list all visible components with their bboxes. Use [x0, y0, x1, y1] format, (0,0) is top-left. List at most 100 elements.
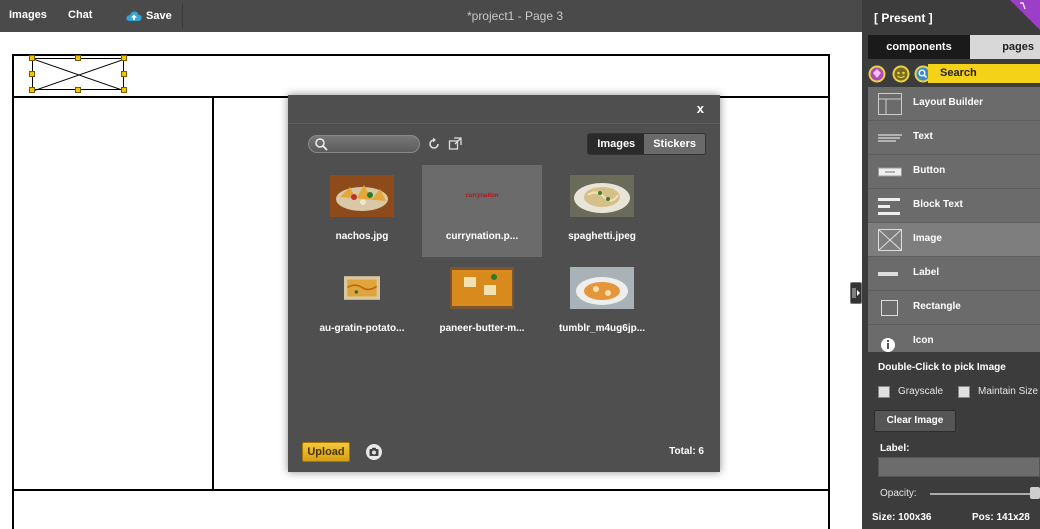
component-text[interactable]: Text — [868, 121, 1040, 155]
component-search-input[interactable]: Search — [928, 64, 1040, 83]
image-thumb-nachos[interactable]: nachos.jpg — [302, 165, 422, 257]
component-image[interactable]: Image — [868, 223, 1040, 257]
component-label: Image — [913, 233, 942, 244]
present-button[interactable]: [ Present ] — [874, 11, 933, 25]
resize-handle-se[interactable] — [121, 87, 127, 93]
button-icon — [878, 167, 902, 177]
component-rectangle[interactable]: Rectangle — [868, 291, 1040, 325]
nachos-thumbnail — [330, 175, 394, 217]
chevron-right-icon — [852, 288, 860, 298]
image-thumb-spaghetti[interactable]: spaghetti.jpeg — [542, 165, 662, 257]
component-label: Icon — [913, 335, 934, 346]
layout-icon — [878, 93, 902, 115]
image-thumb-name: currynation.p... — [445, 231, 519, 242]
face-icon[interactable] — [892, 65, 910, 83]
opacity-slider[interactable] — [930, 493, 1034, 495]
cloud-upload-icon — [126, 11, 142, 21]
currynation-logo: currynation — [465, 193, 499, 199]
image-thumb-name: au-gratin-potato... — [319, 323, 405, 334]
resize-handle-sw[interactable] — [29, 87, 35, 93]
status-position: Pos: 141x28 — [972, 512, 1030, 523]
label-icon — [878, 272, 898, 276]
save-button[interactable]: Save — [126, 0, 172, 32]
grayscale-label: Grayscale — [898, 386, 944, 397]
resize-handle-e[interactable] — [121, 71, 127, 77]
images-menu[interactable]: Images — [9, 0, 47, 32]
status-size: Size: 100x36 — [872, 512, 932, 523]
panel-tabs: components pages — [868, 35, 1040, 59]
ribbon-badge-icon — [1010, 0, 1040, 30]
footer-divider — [12, 489, 830, 491]
image-picker-dialog: x Images Stickers nachos.jpg currynation… — [288, 95, 720, 472]
upload-button[interactable]: Upload — [302, 442, 350, 462]
chat-menu[interactable]: Chat — [68, 0, 92, 32]
info-icon — [881, 338, 895, 352]
image-thumb-name: spaghetti.jpeg — [568, 231, 636, 242]
image-total-count: Total: 6 — [669, 446, 704, 457]
component-button[interactable]: Button — [868, 155, 1040, 189]
component-label: Layout Builder — [913, 97, 984, 108]
component-block-text[interactable]: Block Text — [868, 189, 1040, 223]
maintain-size-checkbox[interactable] — [958, 386, 970, 398]
image-thumb-currynation[interactable]: currynation currynation.p... — [422, 165, 542, 257]
text-icon — [878, 134, 902, 142]
block-text-icon — [878, 198, 900, 215]
image-thumb-name: tumblr_m4ug6jp... — [558, 323, 646, 334]
camera-button[interactable] — [366, 444, 382, 460]
properties-panel: [ Present ] components pages Search Layo… — [862, 0, 1040, 529]
component-label-item[interactable]: Label — [868, 257, 1040, 291]
refresh-icon[interactable] — [427, 137, 441, 151]
component-layout-builder[interactable]: Layout Builder — [868, 87, 1040, 121]
component-label: Rectangle — [913, 301, 961, 312]
resize-handle-s[interactable] — [75, 87, 81, 93]
page-title: *project1 - Page 3 — [466, 9, 564, 23]
resize-handle-n[interactable] — [75, 55, 81, 61]
corner-ribbon[interactable] — [1004, 0, 1040, 36]
label-field-title: Label: — [880, 443, 910, 454]
tab-stickers[interactable]: Stickers — [644, 134, 705, 154]
image-thumb-tumblr[interactable]: tumblr_m4ug6jp... — [542, 257, 662, 349]
component-label: Block Text — [913, 199, 963, 210]
image-source-tabs: Images Stickers — [587, 133, 706, 155]
image-icon — [878, 229, 902, 251]
image-thumb-paneer-butter[interactable]: paneer-butter-m... — [422, 257, 542, 349]
tab-pages[interactable]: pages — [970, 35, 1040, 59]
opacity-label: Opacity: — [880, 488, 917, 499]
open-external-icon[interactable] — [448, 137, 462, 151]
canvas-border-left — [12, 54, 14, 529]
tab-components[interactable]: components — [868, 35, 970, 59]
panel-collapse-handle[interactable] — [850, 282, 862, 304]
dialog-divider — [288, 123, 720, 124]
resize-handle-ne[interactable] — [121, 55, 127, 61]
image-thumb-au-gratin[interactable]: au-gratin-potato... — [302, 257, 422, 349]
save-label: Save — [146, 10, 172, 22]
opacity-slider-thumb[interactable] — [1030, 487, 1040, 499]
canvas-border-top — [12, 54, 830, 56]
image-thumb-name: paneer-butter-m... — [439, 323, 525, 334]
canvas-border-right — [828, 54, 830, 529]
paneer-butter-thumbnail — [450, 267, 514, 309]
properties-hint: Double-Click to pick Image — [878, 362, 1006, 373]
grayscale-checkbox[interactable] — [878, 386, 890, 398]
component-label: Label — [913, 267, 940, 278]
component-list: Layout Builder Text Button Block Text Im… — [868, 87, 1040, 352]
tab-images[interactable]: Images — [588, 134, 645, 154]
dialog-close-button[interactable]: x — [697, 101, 704, 116]
camera-icon — [369, 447, 379, 456]
spaghetti-thumbnail — [570, 175, 634, 217]
tumblr-thumbnail — [570, 267, 634, 309]
image-thumb-name: nachos.jpg — [335, 231, 389, 242]
image-search-input[interactable] — [308, 135, 420, 153]
au-gratin-thumbnail — [344, 276, 380, 300]
maintain-size-label: Maintain Size — [978, 386, 1039, 397]
image-placeholder[interactable] — [32, 58, 126, 92]
gem-icon[interactable] — [868, 65, 886, 83]
clear-image-button[interactable]: Clear Image — [874, 410, 956, 432]
label-input[interactable] — [878, 457, 1040, 477]
search-icon — [315, 138, 328, 151]
resize-handle-w[interactable] — [29, 71, 35, 77]
component-icon[interactable]: Icon — [868, 325, 1040, 352]
component-label: Text — [913, 131, 933, 142]
column-divider — [212, 96, 214, 491]
resize-handle-nw[interactable] — [29, 55, 35, 61]
